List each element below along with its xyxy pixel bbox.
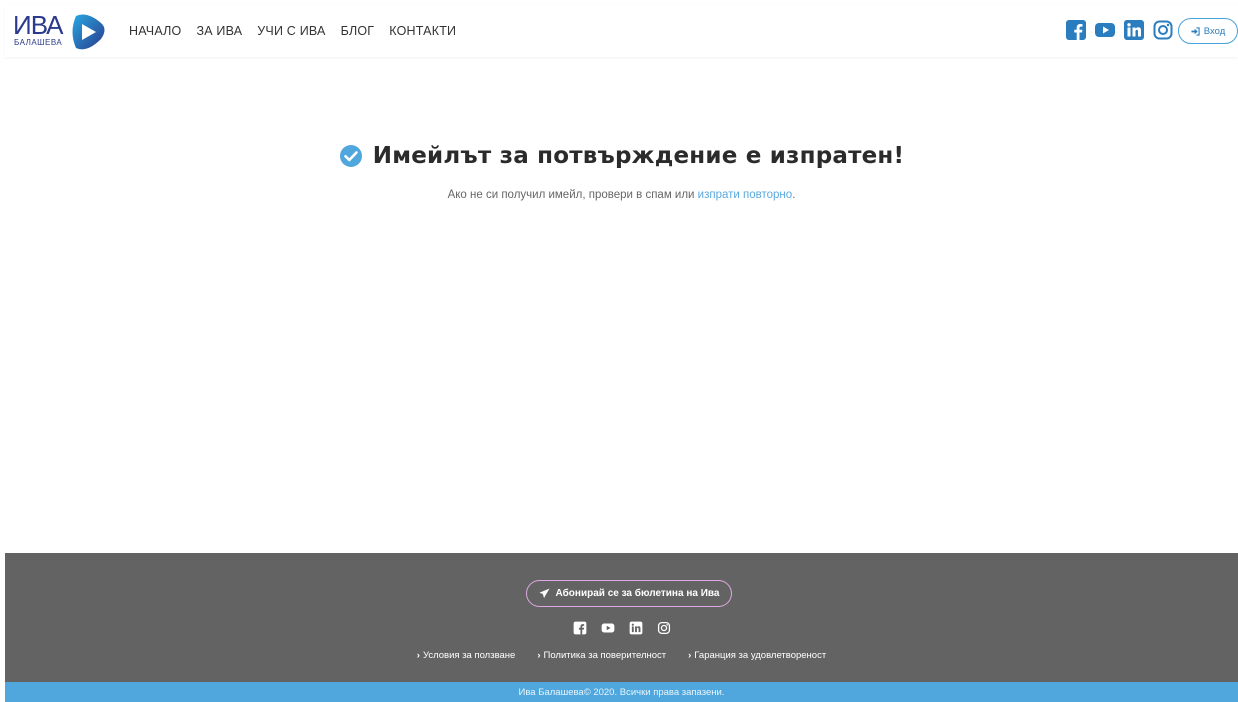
footer-link-terms-label: Условия за ползване: [422, 650, 516, 661]
footer-links: › Условия за ползване › Политика за повери…: [5, 650, 1238, 661]
main-nav: НАЧАЛО ЗА ИВА УЧИ С ИВА БЛОГ КОНТАКТИ: [129, 5, 456, 57]
page: ИВА БАЛАШЕВА НАЧАЛО ЗА ИВА УЧИ С ИВА БЛО…: [5, 5, 1238, 702]
facebook-icon[interactable]: [573, 621, 587, 635]
nav-item-learn[interactable]: УЧИ С ИВА: [257, 24, 325, 38]
subscribe-label: Абонирай се за бюлетина на Ива: [555, 588, 720, 599]
nav-item-contacts[interactable]: КОНТАКТИ: [389, 24, 456, 38]
linkedin-icon[interactable]: [629, 621, 643, 635]
chevron-right-icon: ›: [537, 650, 541, 661]
confirmation-heading: Имейлът за потвърждение е изпратен!: [5, 143, 1238, 169]
footer-link-terms[interactable]: › Условия за ползване: [417, 650, 516, 661]
copyright-text: Ива Балашева© 2020. Всички права запазен…: [518, 686, 725, 698]
nav-item-about[interactable]: ЗА ИВА: [196, 24, 242, 38]
site-footer: Абонирай се за бюлетина на Ива › Условия…: [5, 553, 1238, 682]
youtube-icon[interactable]: [601, 621, 615, 635]
resend-link[interactable]: изпрати повторно: [698, 189, 793, 201]
login-button[interactable]: Вход: [1178, 18, 1238, 44]
logo-main-text: ИВА: [13, 10, 64, 40]
footer-link-privacy[interactable]: › Политика за поверителност: [537, 650, 666, 661]
page-title: Имейлът за потвърждение е изпратен!: [372, 143, 905, 169]
copyright-bar: Ива Балашева© 2020. Всички права запазен…: [5, 682, 1238, 702]
main-content: Имейлът за потвърждение е изпратен! Ако …: [5, 57, 1238, 553]
logo-sub-text: БАЛАШЕВА: [14, 38, 63, 47]
footer-link-guarantee[interactable]: › Гаранция за удовлетвореност: [688, 650, 826, 661]
linkedin-icon[interactable]: [1123, 19, 1145, 41]
chevron-right-icon: ›: [688, 650, 692, 661]
instagram-icon[interactable]: [1152, 19, 1174, 41]
instagram-icon[interactable]: [657, 621, 671, 635]
nav-item-blog[interactable]: БЛОГ: [341, 24, 375, 38]
subscribe-button[interactable]: Абонирай се за бюлетина на Ива: [526, 580, 732, 607]
nav-item-home[interactable]: НАЧАЛО: [129, 24, 181, 38]
youtube-icon[interactable]: [1094, 19, 1116, 41]
footer-link-privacy-label: Политика за поверителност: [543, 650, 667, 661]
resend-hint: Ако не си получил имейл, провери в спам …: [5, 189, 1238, 201]
site-logo[interactable]: ИВА БАЛАШЕВА: [13, 11, 109, 53]
footer-socials: [5, 621, 1238, 635]
resend-hint-end: .: [792, 189, 796, 201]
login-label: Вход: [1203, 25, 1226, 37]
logo-play-icon: [72, 14, 105, 50]
sign-in-icon: [1191, 26, 1200, 36]
facebook-icon[interactable]: [1065, 19, 1087, 41]
check-circle-icon: [339, 145, 362, 167]
chevron-right-icon: ›: [416, 650, 420, 661]
resend-hint-text: Ако не си получил имейл, провери в спам …: [447, 189, 698, 201]
footer-link-guarantee-label: Гаранция за удовлетвореност: [694, 650, 827, 661]
site-header: ИВА БАЛАШЕВА НАЧАЛО ЗА ИВА УЧИ С ИВА БЛО…: [5, 5, 1238, 57]
paper-plane-icon: [538, 588, 550, 599]
header-socials: [1065, 19, 1174, 41]
